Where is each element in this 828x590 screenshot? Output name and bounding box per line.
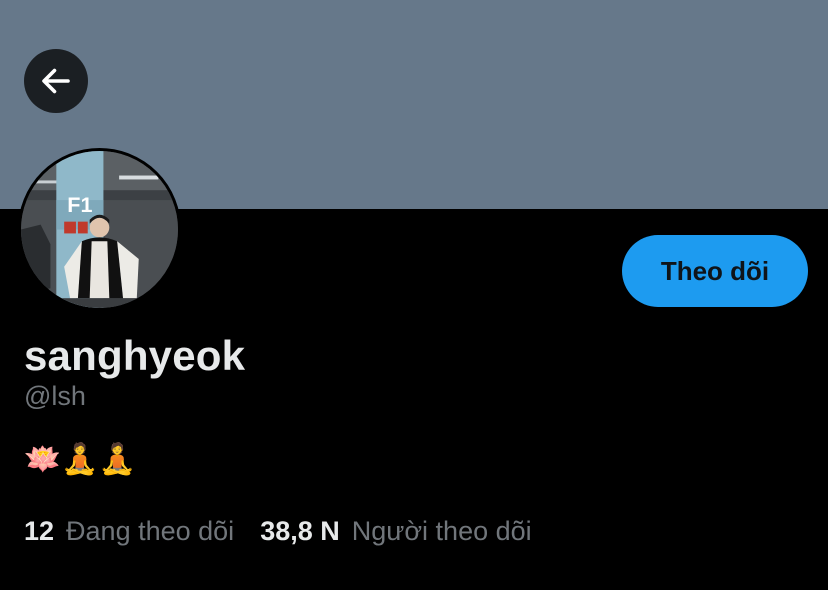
avatar[interactable]: F1 xyxy=(18,148,181,311)
profile-page: F1 Theo dõi sanghyeok @lsh 🪷🧘🧘 12 Đang t… xyxy=(0,0,828,590)
display-name: sanghyeok xyxy=(24,332,246,379)
profile-stats: 12 Đang theo dõi 38,8 N Người theo dõi xyxy=(24,516,558,547)
avatar-photo: F1 xyxy=(21,151,178,308)
arrow-left-icon xyxy=(42,68,70,94)
username-handle: @lsh xyxy=(24,381,86,411)
following-count: 12 xyxy=(24,516,55,546)
profile-bio: 🪷🧘🧘 xyxy=(24,442,137,477)
followers-stat[interactable]: 38,8 N Người theo dõi xyxy=(260,516,531,547)
svg-text:F1: F1 xyxy=(67,192,92,217)
back-button[interactable] xyxy=(24,49,88,113)
followers-label: Người theo dõi xyxy=(351,516,532,546)
following-stat[interactable]: 12 Đang theo dõi xyxy=(24,516,234,547)
followers-count: 38,8 N xyxy=(260,516,340,546)
following-label: Đang theo dõi xyxy=(66,516,235,546)
follow-button[interactable]: Theo dõi xyxy=(622,235,808,307)
